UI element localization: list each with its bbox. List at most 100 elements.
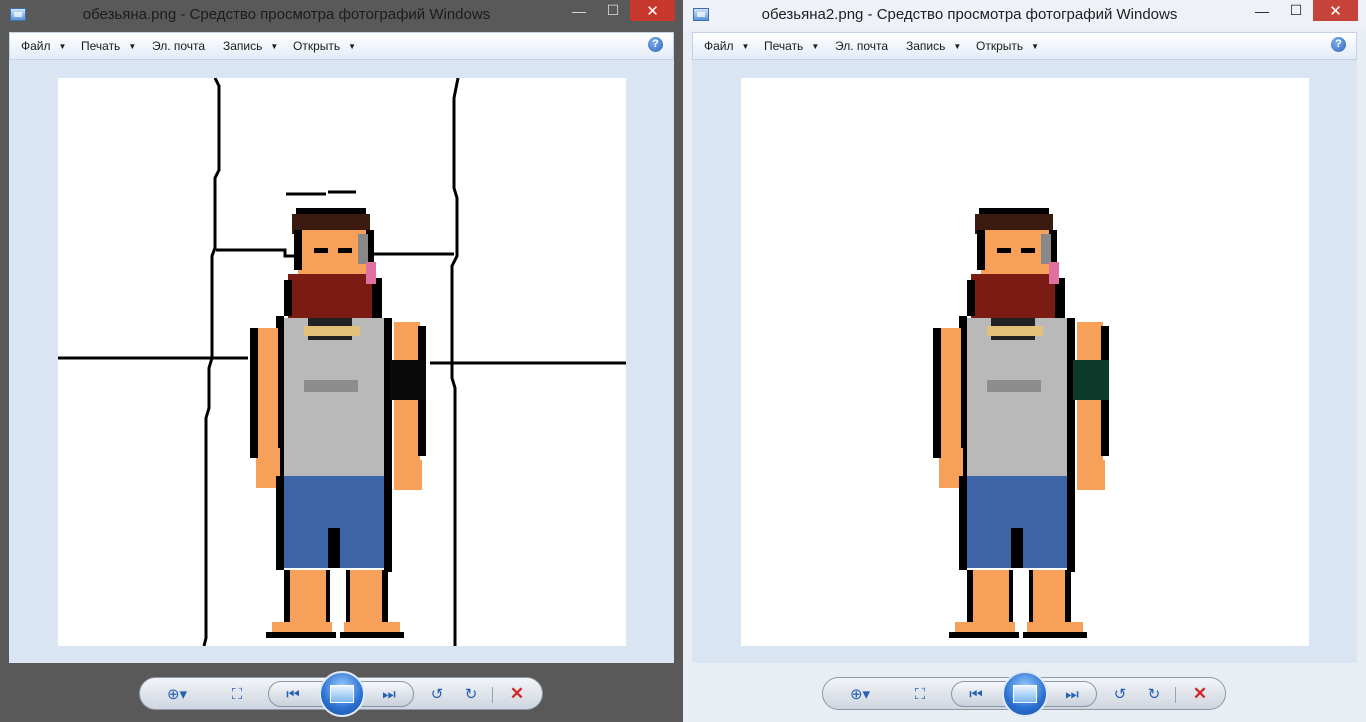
sprite-pixel-block xyxy=(1027,622,1083,632)
character-sprite xyxy=(931,208,1111,646)
menu-print[interactable]: Печать ▼ xyxy=(81,39,136,53)
chevron-down-icon: ▼ xyxy=(348,42,357,51)
caption-buttons: — ☐ ✕ xyxy=(1245,0,1358,22)
sprite-pixel-block xyxy=(949,632,1019,638)
zoom-icon[interactable]: ⊕▾ xyxy=(166,685,188,703)
bottom-toolbar: ⊕▾ ⛶ ⏮ ⏭ ↺ ↻ ✕ xyxy=(0,663,683,722)
delete-icon[interactable]: ✕ xyxy=(1189,684,1211,703)
actual-size-icon[interactable]: ⛶ xyxy=(226,685,248,703)
menu-open[interactable]: Открыть ▼ xyxy=(976,39,1039,53)
sprite-pixel-block xyxy=(955,622,1015,632)
chevron-down-icon: ▼ xyxy=(811,42,820,51)
sprite-pixel-block xyxy=(384,476,392,572)
sprite-pixel-block xyxy=(366,262,376,284)
menu-email[interactable]: Эл. почта xyxy=(835,39,888,53)
title-bar[interactable]: обезьяна.png - Средство просмотра фотогр… xyxy=(0,0,683,31)
maximize-button[interactable]: ☐ xyxy=(596,0,630,21)
sprite-pixel-block xyxy=(272,622,332,632)
menu-print[interactable]: Печать ▼ xyxy=(764,39,819,53)
menu-bar: Файл ▼ Печать ▼ Эл. почта Запись ▼ Открыть ▼… xyxy=(692,32,1357,60)
sprite-pixel-block xyxy=(977,230,985,270)
sprite-pixel-block xyxy=(1041,234,1051,264)
zoom-icon[interactable]: ⊕▾ xyxy=(849,685,871,703)
rotate-left-icon[interactable]: ↺ xyxy=(1109,685,1131,703)
sprite-pixel-block xyxy=(933,328,941,458)
maximize-button[interactable]: ☐ xyxy=(1279,0,1313,21)
sprite-pixel-block xyxy=(1031,570,1067,626)
sprite-pixel-block xyxy=(276,476,284,570)
photo-viewer-window-1: обезьяна.png - Средство просмотра фотогр… xyxy=(0,0,683,722)
chevron-down-icon: ▼ xyxy=(1031,42,1040,51)
image-canvas xyxy=(58,78,626,646)
sprite-pixel-block xyxy=(314,248,328,253)
caption-buttons: — ☐ ✕ xyxy=(562,0,675,22)
minimize-button[interactable]: — xyxy=(1245,0,1279,21)
next-icon[interactable]: ⏭ xyxy=(378,685,400,703)
sprite-pixel-block xyxy=(340,632,404,638)
sprite-pixel-block xyxy=(1055,278,1065,318)
rotate-right-icon[interactable]: ↻ xyxy=(1143,685,1165,703)
rotate-right-icon[interactable]: ↻ xyxy=(460,685,482,703)
sprite-pixel-block xyxy=(282,318,386,478)
sprite-pixel-block xyxy=(278,328,284,448)
sprite-pixel-block xyxy=(1065,570,1071,626)
navigation-toolbar: ⊕▾ ⛶ ⏮ ⏭ ↺ ↻ ✕ xyxy=(139,671,543,717)
slideshow-button[interactable] xyxy=(319,671,365,717)
sprite-pixel-block xyxy=(987,380,1041,392)
photo-viewer-app-icon[interactable] xyxy=(10,8,26,21)
menu-file[interactable]: Файл ▼ xyxy=(704,39,749,53)
menu-burn[interactable]: Запись ▼ xyxy=(906,39,961,53)
menu-file[interactable]: Файл ▼ xyxy=(21,39,66,53)
slideshow-icon xyxy=(330,685,354,703)
sprite-pixel-block xyxy=(1023,632,1087,638)
sprite-pixel-block xyxy=(358,234,368,264)
menu-burn[interactable]: Запись ▼ xyxy=(223,39,278,53)
next-icon[interactable]: ⏭ xyxy=(1061,685,1083,703)
photo-viewer-app-icon[interactable] xyxy=(693,8,709,21)
chevron-down-icon: ▼ xyxy=(741,42,750,51)
chevron-down-icon: ▼ xyxy=(270,42,279,51)
close-button[interactable]: ✕ xyxy=(1313,0,1358,21)
image-viewport[interactable] xyxy=(9,60,674,663)
sprite-pixel-block xyxy=(326,570,330,626)
sprite-pixel-block xyxy=(304,326,360,336)
sprite-pixel-block xyxy=(348,570,384,626)
chevron-down-icon: ▼ xyxy=(58,42,67,51)
character-sprite xyxy=(248,208,428,646)
sprite-pixel-block xyxy=(328,528,340,568)
sprite-pixel-block xyxy=(997,248,1011,253)
sprite-pixel-block xyxy=(250,328,258,458)
sprite-pixel-block xyxy=(304,380,358,392)
sprite-pixel-block xyxy=(1049,262,1059,284)
sprite-pixel-block xyxy=(961,328,967,448)
sprite-pixel-block xyxy=(971,274,1057,320)
sprite-pixel-block xyxy=(1029,570,1033,626)
close-button[interactable]: ✕ xyxy=(630,0,675,21)
toolbar-separator xyxy=(1175,687,1176,703)
chevron-down-icon: ▼ xyxy=(128,42,137,51)
sprite-pixel-block xyxy=(959,476,967,570)
slideshow-button[interactable] xyxy=(1002,671,1048,717)
help-icon[interactable]: ? xyxy=(1331,37,1346,52)
actual-size-icon[interactable]: ⛶ xyxy=(909,685,931,703)
help-icon[interactable]: ? xyxy=(648,37,663,52)
sprite-pixel-block xyxy=(1073,360,1109,400)
previous-icon[interactable]: ⏮ xyxy=(282,685,304,703)
menu-open[interactable]: Открыть ▼ xyxy=(293,39,356,53)
photo-viewer-window-2: обезьяна2.png - Средство просмотра фотог… xyxy=(683,0,1366,722)
rotate-left-icon[interactable]: ↺ xyxy=(426,685,448,703)
menu-email[interactable]: Эл. почта xyxy=(152,39,205,53)
minimize-button[interactable]: — xyxy=(562,0,596,21)
navigation-toolbar: ⊕▾ ⛶ ⏮ ⏭ ↺ ↻ ✕ xyxy=(822,671,1226,717)
sprite-pixel-block xyxy=(288,274,374,320)
sprite-pixel-block xyxy=(971,570,1011,626)
image-viewport[interactable] xyxy=(692,60,1357,663)
sprite-pixel-block xyxy=(965,318,1069,478)
title-bar[interactable]: обезьяна2.png - Средство просмотра фотог… xyxy=(683,0,1366,31)
sprite-pixel-block xyxy=(294,230,302,270)
sprite-pixel-block xyxy=(987,326,1043,336)
sprite-pixel-block xyxy=(1067,476,1075,572)
sprite-pixel-block xyxy=(266,632,336,638)
previous-icon[interactable]: ⏮ xyxy=(965,685,987,703)
delete-icon[interactable]: ✕ xyxy=(506,684,528,703)
